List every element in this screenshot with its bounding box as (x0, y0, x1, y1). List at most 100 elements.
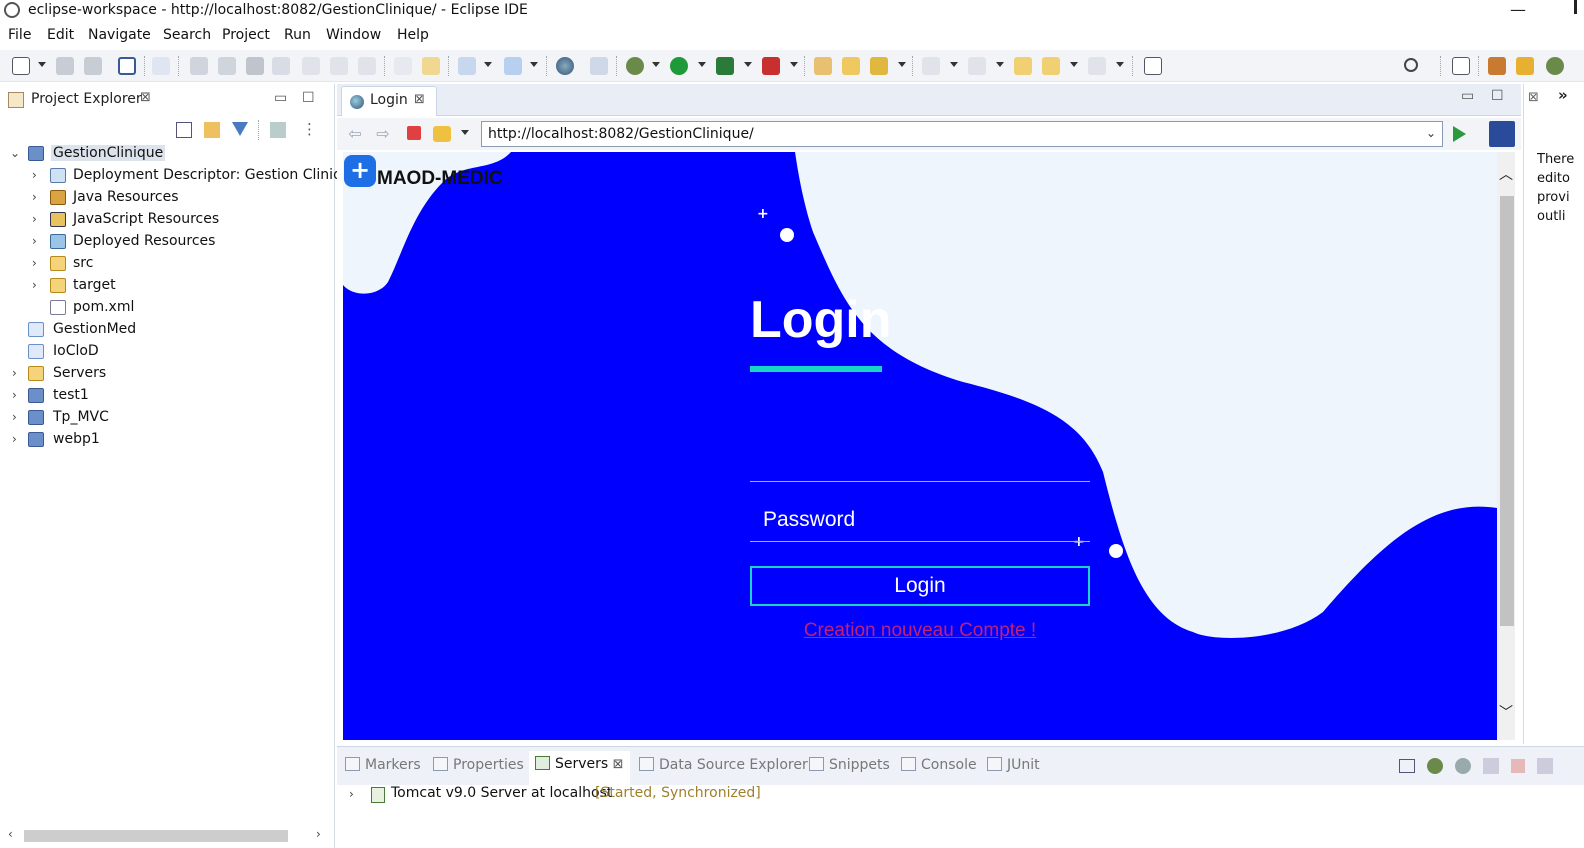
tab-login[interactable]: Login ⊠ (341, 86, 437, 116)
expand-twisty-icon[interactable]: › (32, 168, 37, 182)
expand-twisty-icon[interactable]: › (12, 366, 17, 380)
next-annotation-icon[interactable] (922, 57, 940, 75)
menu-navigate[interactable]: Navigate (88, 27, 151, 43)
expand-twisty-icon[interactable]: › (12, 410, 17, 424)
scroll-left-icon[interactable]: ‹ (8, 827, 13, 841)
tab-markers[interactable]: Markers (345, 757, 421, 773)
close-icon[interactable]: ⊠ (414, 92, 425, 107)
pin-editor-icon[interactable] (1144, 57, 1162, 75)
coverage-dropdown-icon[interactable] (744, 62, 752, 67)
forward-icon[interactable] (1088, 57, 1106, 75)
maximize-editor-icon[interactable]: ☐ (1491, 88, 1504, 104)
skip-breakpoints-icon[interactable] (152, 57, 170, 75)
tab-servers[interactable]: Servers ⊠ (529, 751, 630, 785)
minimize-editor-icon[interactable]: ▭ (1461, 88, 1474, 104)
server-dropdown-icon[interactable] (484, 62, 492, 67)
minimize-button[interactable]: — (1510, 0, 1526, 19)
save-icon[interactable] (56, 57, 74, 75)
java-perspective-icon[interactable] (1516, 57, 1534, 75)
tab-snippets[interactable]: Snippets (809, 757, 890, 773)
link-with-editor-icon[interactable] (204, 122, 220, 138)
email-field[interactable] (750, 448, 1090, 482)
last-edit-location-icon[interactable] (1014, 57, 1032, 75)
tree-item[interactable]: › Servers (0, 363, 335, 385)
tree-item[interactable]: GestionMed (0, 319, 335, 341)
java-ee-perspective-icon[interactable] (1488, 57, 1506, 75)
new-dropdown-icon[interactable] (38, 62, 46, 67)
more-views-icon[interactable]: » (1558, 86, 1568, 104)
start-debug-icon[interactable] (1427, 758, 1443, 774)
menu-run[interactable]: Run (284, 27, 311, 43)
debug-perspective-icon[interactable] (1546, 57, 1564, 75)
next-annotation-dropdown-icon[interactable] (950, 62, 958, 67)
tree-item[interactable]: › test1 (0, 385, 335, 407)
start-server-icon[interactable] (1455, 758, 1471, 774)
search-icon[interactable] (1404, 58, 1418, 72)
close-icon[interactable]: ⊠ (1528, 90, 1539, 105)
tree-item[interactable]: IoCloD (0, 341, 335, 363)
tab-junit[interactable]: JUnit (987, 757, 1040, 773)
maximize-view-icon[interactable]: ☐ (302, 90, 315, 106)
browser-stop-icon[interactable] (407, 126, 421, 140)
new-icon[interactable] (12, 57, 30, 75)
menu-search[interactable]: Search (163, 27, 211, 43)
create-account-link[interactable]: Creation nouveau Compte ! (750, 620, 1090, 642)
suspend-icon[interactable] (218, 57, 236, 75)
new-server-icon[interactable] (458, 57, 476, 75)
menu-edit[interactable]: Edit (47, 27, 74, 43)
start-profile-icon[interactable] (1483, 758, 1499, 774)
step-over-icon[interactable] (330, 57, 348, 75)
previous-annotation-icon[interactable] (968, 57, 986, 75)
task-dropdown-icon[interactable] (898, 62, 906, 67)
url-input[interactable]: http://localhost:8082/GestionClinique/ ⌄ (481, 121, 1443, 147)
publish-icon[interactable] (1537, 758, 1553, 774)
browser-forward-icon[interactable]: ⇨ (373, 124, 393, 144)
open-type-icon[interactable] (590, 57, 608, 75)
tree-item[interactable]: › webp1 (0, 429, 335, 451)
back-dropdown-icon[interactable] (1070, 62, 1078, 67)
menu-file[interactable]: File (8, 27, 31, 43)
scrollbar-thumb[interactable] (1500, 196, 1514, 626)
tree-item[interactable]: › Tp_MVC (0, 407, 335, 429)
password-field[interactable]: Password (750, 502, 1090, 542)
close-icon[interactable]: ⊠ (613, 757, 624, 772)
tab-data-source-explorer[interactable]: Data Source Explorer (639, 757, 808, 773)
expand-twisty-icon[interactable]: › (349, 787, 354, 801)
scroll-right-icon[interactable]: › (316, 827, 321, 841)
debug-config-icon[interactable] (422, 57, 440, 75)
tab-properties[interactable]: Properties (433, 757, 524, 773)
login-button[interactable]: Login (750, 566, 1090, 606)
open-project-icon[interactable] (842, 57, 860, 75)
browser-refresh-icon[interactable] (433, 126, 451, 142)
tree-item[interactable]: › Deployed Resources (0, 231, 335, 253)
step-into-icon[interactable] (302, 57, 320, 75)
terminate-icon[interactable] (246, 57, 264, 75)
new-web-project-icon[interactable] (504, 57, 522, 75)
tree-item[interactable]: pom.xml (0, 297, 335, 319)
filter-icon[interactable] (232, 122, 248, 136)
expand-twisty-icon[interactable]: › (32, 212, 37, 226)
debug-icon[interactable] (626, 57, 644, 75)
debug-dropdown-icon[interactable] (652, 62, 660, 67)
explorer-horizontal-scrollbar[interactable]: ‹ › (0, 824, 335, 848)
scroll-up-icon[interactable]: ︿ (1499, 164, 1513, 184)
browser-vertical-scrollbar[interactable]: ︿ ﹀ (1497, 152, 1515, 740)
chevron-down-icon[interactable]: ⌄ (1426, 126, 1436, 140)
web-project-dropdown-icon[interactable] (530, 62, 538, 67)
resume-icon[interactable] (190, 57, 208, 75)
tree-item[interactable]: › src (0, 253, 335, 275)
project-explorer-tab[interactable]: Project Explorer (31, 91, 142, 107)
menu-window[interactable]: Window (326, 27, 381, 43)
expand-twisty-icon[interactable]: › (32, 190, 37, 204)
open-browser-icon[interactable] (556, 57, 574, 75)
use-step-filters-icon[interactable] (394, 57, 412, 75)
previous-annotation-dropdown-icon[interactable] (996, 62, 1004, 67)
expand-twisty-icon[interactable]: › (12, 432, 17, 446)
tree-item[interactable]: › Java Resources (0, 187, 335, 209)
forward-dropdown-icon[interactable] (1116, 62, 1124, 67)
run-dropdown-icon[interactable] (698, 62, 706, 67)
step-return-icon[interactable] (358, 57, 376, 75)
tree-item[interactable]: › target (0, 275, 335, 297)
open-perspective-icon[interactable] (1452, 57, 1470, 75)
go-icon[interactable] (1453, 126, 1466, 142)
